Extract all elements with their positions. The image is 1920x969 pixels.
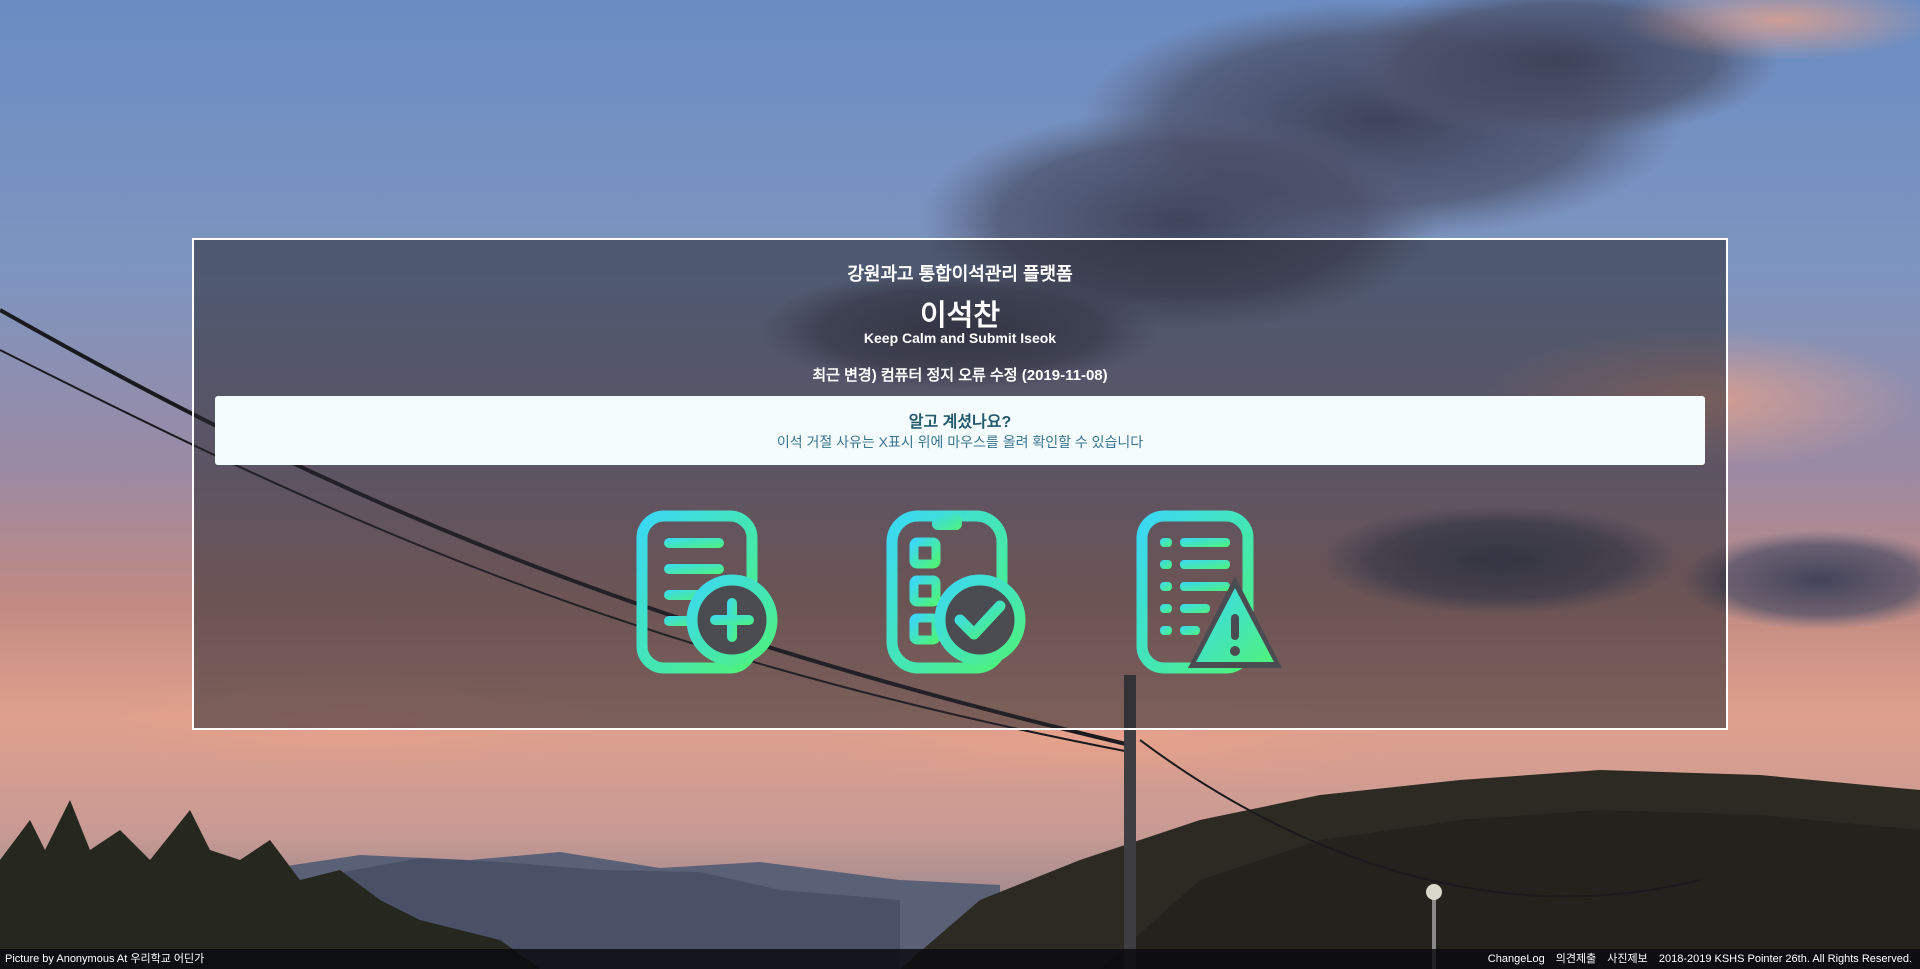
submit-request-button[interactable] — [634, 508, 784, 678]
footer-links: ChangeLog 의견제출 사진제보 2018-2019 KSHS Point… — [1480, 949, 1912, 969]
photo-submit-link[interactable]: 사진제보 — [1607, 953, 1647, 965]
page-root: 강원과고 통합이석관리 플랫폼 이석찬 Keep Calm and Submit… — [0, 0, 1920, 969]
feedback-link[interactable]: 의견제출 — [1556, 953, 1596, 965]
check-status-button[interactable] — [884, 508, 1034, 678]
clipboard-check-icon — [886, 510, 1026, 674]
copyright-text: 2018-2019 KSHS Pointer 26th. All Rights … — [1658, 953, 1912, 965]
main-panel: 강원과고 통합이석관리 플랫폼 이석찬 Keep Calm and Submit… — [192, 238, 1728, 730]
tip-notice-box: 알고 계셨나요? 이석 거절 사유는 X표시 위에 마우스를 올려 확인할 수 … — [215, 396, 1705, 465]
recent-change-notice: 최근 변경) 컴퓨터 정지 오류 수정 (2019-11-08) — [812, 367, 1108, 384]
platform-title: 강원과고 통합이석관리 플랫폼 — [847, 264, 1073, 284]
changelog-link[interactable]: ChangeLog — [1488, 953, 1545, 965]
footer-bar: Picture by Anonymous At 우리학교 어딘가 ChangeL… — [0, 949, 1920, 969]
app-name: 이석찬 — [919, 300, 1001, 332]
document-warning-icon — [1136, 510, 1282, 674]
tip-notice-body: 이석 거절 사유는 X표시 위에 마우스를 올려 확인할 수 있습니다 — [776, 434, 1144, 450]
rejected-list-button[interactable] — [1134, 508, 1284, 678]
tip-notice-title: 알고 계셨나요? — [908, 414, 1012, 431]
document-add-icon — [636, 510, 778, 674]
tagline: Keep Calm and Submit Iseok — [863, 330, 1057, 346]
photo-credit: Picture by Anonymous At 우리학교 어딘가 — [5, 953, 205, 965]
